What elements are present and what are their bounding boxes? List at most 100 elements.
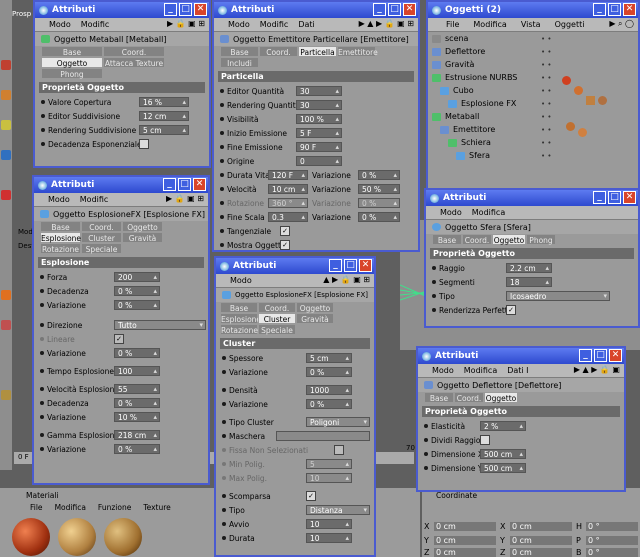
visibility-dots[interactable]: • •	[541, 139, 555, 147]
menu-vista[interactable]: Vista	[521, 20, 541, 29]
menu-modifica[interactable]: Modifica	[472, 208, 505, 217]
param-field[interactable]: 12 cm	[139, 111, 189, 121]
frame-field[interactable]: 0 F	[18, 453, 29, 461]
tab-coord[interactable]: Coord.	[103, 46, 165, 57]
param-field[interactable]: 500 cm	[480, 463, 526, 473]
param-field[interactable]: 90 F	[296, 142, 342, 152]
tab-includi[interactable]: Includi	[220, 57, 259, 68]
tab-rotazione[interactable]: Rotazione	[220, 324, 258, 335]
lock-icon[interactable]: ▲ ▶ 🔒 ▣ ⊞	[323, 275, 370, 284]
tab-oggetto[interactable]: Oggetto	[484, 392, 518, 403]
maximize-icon[interactable]: □	[608, 3, 621, 16]
param-dropdown[interactable]: Icosaedro	[506, 291, 610, 301]
maximize-icon[interactable]: □	[608, 191, 621, 204]
visibility-dots[interactable]: • •	[541, 113, 555, 121]
tab-cluster[interactable]: Cluster	[81, 232, 122, 243]
coord-field[interactable]: 0 cm	[434, 522, 496, 531]
param-field[interactable]: 120 F	[268, 170, 308, 180]
visibility-dots[interactable]: • •	[541, 100, 555, 108]
close-icon[interactable]: ✕	[623, 191, 636, 204]
menu-modo[interactable]: Modo	[440, 208, 462, 217]
menu-modifica[interactable]: Modific	[80, 195, 109, 204]
param-field[interactable]: 0 %	[358, 212, 400, 222]
tab-oggetto[interactable]: Oggetto	[296, 302, 334, 313]
materials-menu-texture[interactable]: Texture	[143, 503, 170, 512]
coord-field[interactable]: 0 cm	[434, 548, 496, 557]
coord-field[interactable]: 0 cm	[510, 536, 572, 545]
param-field[interactable]: 5 cm	[139, 125, 189, 135]
param-field[interactable]: 10 %	[114, 412, 160, 422]
tab-rotazione[interactable]: Rotazione	[40, 243, 81, 254]
coord-field[interactable]: 0 cm	[510, 548, 572, 557]
tab-base[interactable]: Base	[220, 46, 259, 57]
param-field[interactable]: 2 %	[480, 421, 526, 431]
tree-item-emettitore[interactable]: Emettitore • •	[428, 123, 634, 136]
tab-coord[interactable]: Coord.	[81, 221, 122, 232]
tree-item-metaball[interactable]: Metaball • •	[428, 110, 634, 123]
param-field[interactable]: 55	[114, 384, 160, 394]
maximize-icon[interactable]: □	[344, 259, 357, 272]
checkbox[interactable]: ✓	[114, 334, 124, 344]
param-field[interactable]: 100	[114, 366, 160, 376]
minimize-icon[interactable]: _	[579, 349, 592, 362]
param-field[interactable]: 5	[306, 459, 352, 469]
objects-titlebar[interactable]: Oggetti (2) _ □ ✕	[428, 2, 638, 18]
tree-item-estrusione[interactable]: Estrusione NURBS • •	[428, 71, 634, 84]
material-swatch[interactable]	[58, 518, 96, 556]
tab-gravita[interactable]: Gravità	[122, 232, 163, 243]
param-field[interactable]: 0.3	[268, 212, 308, 222]
checkbox[interactable]: ✓	[280, 226, 290, 236]
checkbox[interactable]	[139, 139, 149, 149]
param-field[interactable]: 0 %	[306, 367, 352, 377]
materials-menu-modifica[interactable]: Modifica	[55, 503, 86, 512]
tab-oggetto[interactable]: Oggetto	[492, 234, 526, 245]
close-icon[interactable]: ✕	[403, 3, 416, 16]
param-field[interactable]: 0 %	[114, 286, 160, 296]
param-field[interactable]: 18	[506, 277, 552, 287]
tab-coord[interactable]: Coord.	[258, 302, 296, 313]
material-tag-icon[interactable]	[578, 128, 587, 137]
checkbox[interactable]	[334, 445, 344, 455]
tool-icon[interactable]	[1, 290, 11, 300]
material-tag-icon[interactable]	[562, 76, 571, 85]
menu-modo[interactable]: Modo	[49, 20, 71, 29]
maximize-icon[interactable]: □	[388, 3, 401, 16]
param-field[interactable]: 30	[296, 100, 342, 110]
tab-coord[interactable]: Coord.	[454, 392, 484, 403]
param-field[interactable]: 218 cm	[114, 430, 160, 440]
param-dropdown[interactable]: Distanza	[306, 505, 370, 515]
material-tag-icon[interactable]	[566, 122, 575, 131]
param-field[interactable]: 5 F	[296, 128, 342, 138]
lock-icon[interactable]: ▶ 🔒 ▣ ⊞	[167, 19, 205, 28]
coord-field[interactable]: 0 °	[586, 536, 638, 545]
tab-phong[interactable]: Phong	[526, 234, 556, 245]
checkbox[interactable]: ✓	[506, 305, 516, 315]
param-field[interactable]: 10	[306, 473, 352, 483]
param-field[interactable]: 100 %	[296, 114, 342, 124]
tab-base[interactable]: Base	[424, 392, 454, 403]
visibility-dots[interactable]: • •	[541, 35, 555, 43]
maximize-icon[interactable]: □	[594, 349, 607, 362]
tab-particella[interactable]: Particella	[298, 46, 337, 57]
tool-icon[interactable]	[1, 60, 11, 70]
mask-link-field[interactable]	[276, 431, 370, 441]
attributes-titlebar[interactable]: Attributi _ □ ✕	[216, 258, 374, 274]
visibility-dots[interactable]: • •	[541, 87, 555, 95]
param-field[interactable]: 10 cm	[268, 184, 308, 194]
tab-oggetto[interactable]: Oggetto	[41, 57, 103, 68]
tab-coord[interactable]: Coord.	[259, 46, 298, 57]
param-field[interactable]: 2.2 cm	[506, 263, 552, 273]
coord-field[interactable]: 0 °	[586, 548, 638, 557]
tool-icon[interactable]	[1, 90, 11, 100]
checkbox[interactable]: ✓	[306, 491, 316, 501]
tool-icon[interactable]	[1, 320, 11, 330]
checkbox[interactable]	[480, 435, 490, 445]
minimize-icon[interactable]: _	[593, 3, 606, 16]
menu-modifica[interactable]: Modifica	[473, 20, 506, 29]
param-field[interactable]: 10	[306, 519, 352, 529]
coord-field[interactable]: 0 cm	[434, 536, 496, 545]
attributes-titlebar[interactable]: Attributi _ □ ✕	[426, 190, 638, 206]
attributes-titlebar[interactable]: Attributi _ □ ✕	[418, 348, 624, 364]
tree-item-schiera[interactable]: Schiera • •	[428, 136, 634, 149]
coord-field[interactable]: 0 cm	[510, 522, 572, 531]
